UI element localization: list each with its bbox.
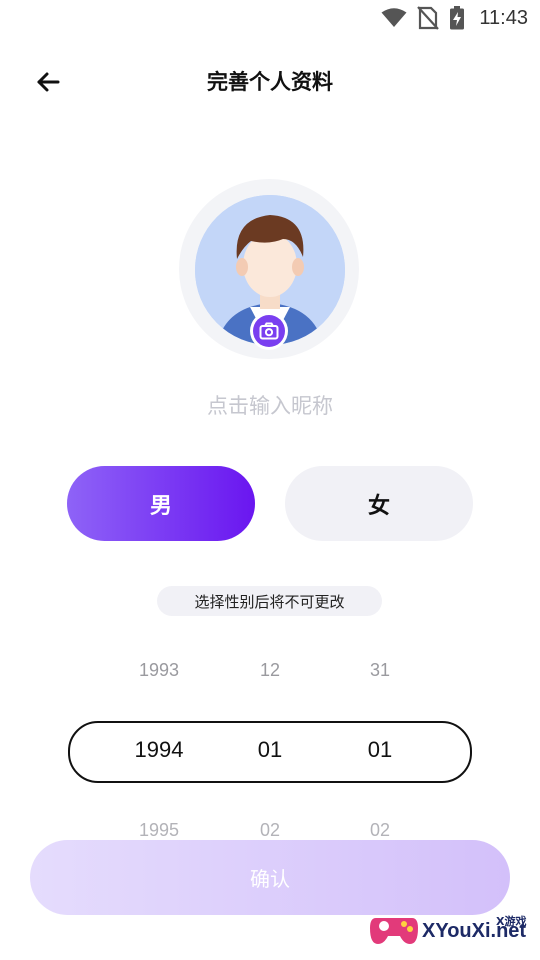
watermark: X游戏 XYouXi.net	[366, 900, 536, 960]
watermark-text: XYouXi.net	[422, 920, 527, 942]
status-time: 11:43	[479, 6, 528, 29]
year-selected[interactable]: 1994	[135, 737, 184, 763]
nickname-input[interactable]: 点击输入昵称	[0, 390, 540, 420]
app-bar: 完善个人资料	[0, 50, 540, 110]
camera-icon	[259, 322, 279, 340]
page-title: 完善个人资料	[207, 70, 333, 94]
month-next[interactable]: 02	[260, 820, 280, 841]
gender-male-button[interactable]: 男	[67, 466, 255, 541]
status-bar: 11:43	[0, 0, 540, 36]
gamepad-logo-icon	[370, 918, 418, 944]
no-sim-icon	[417, 6, 440, 30]
battery-charging-icon	[450, 6, 465, 30]
month-prev[interactable]: 12	[260, 660, 280, 681]
change-avatar-button[interactable]	[250, 312, 288, 350]
year-prev[interactable]: 1993	[139, 660, 179, 681]
day-next[interactable]: 02	[370, 820, 390, 841]
gender-female-button[interactable]: 女	[285, 466, 473, 541]
status-icons: 11:43	[381, 6, 528, 30]
year-next[interactable]: 1995	[139, 820, 179, 841]
wifi-icon	[381, 8, 407, 27]
gender-note: 选择性别后将不可更改	[157, 586, 382, 616]
day-prev[interactable]: 31	[370, 660, 390, 681]
day-selected[interactable]: 01	[368, 737, 392, 763]
month-selected[interactable]: 01	[258, 737, 282, 763]
